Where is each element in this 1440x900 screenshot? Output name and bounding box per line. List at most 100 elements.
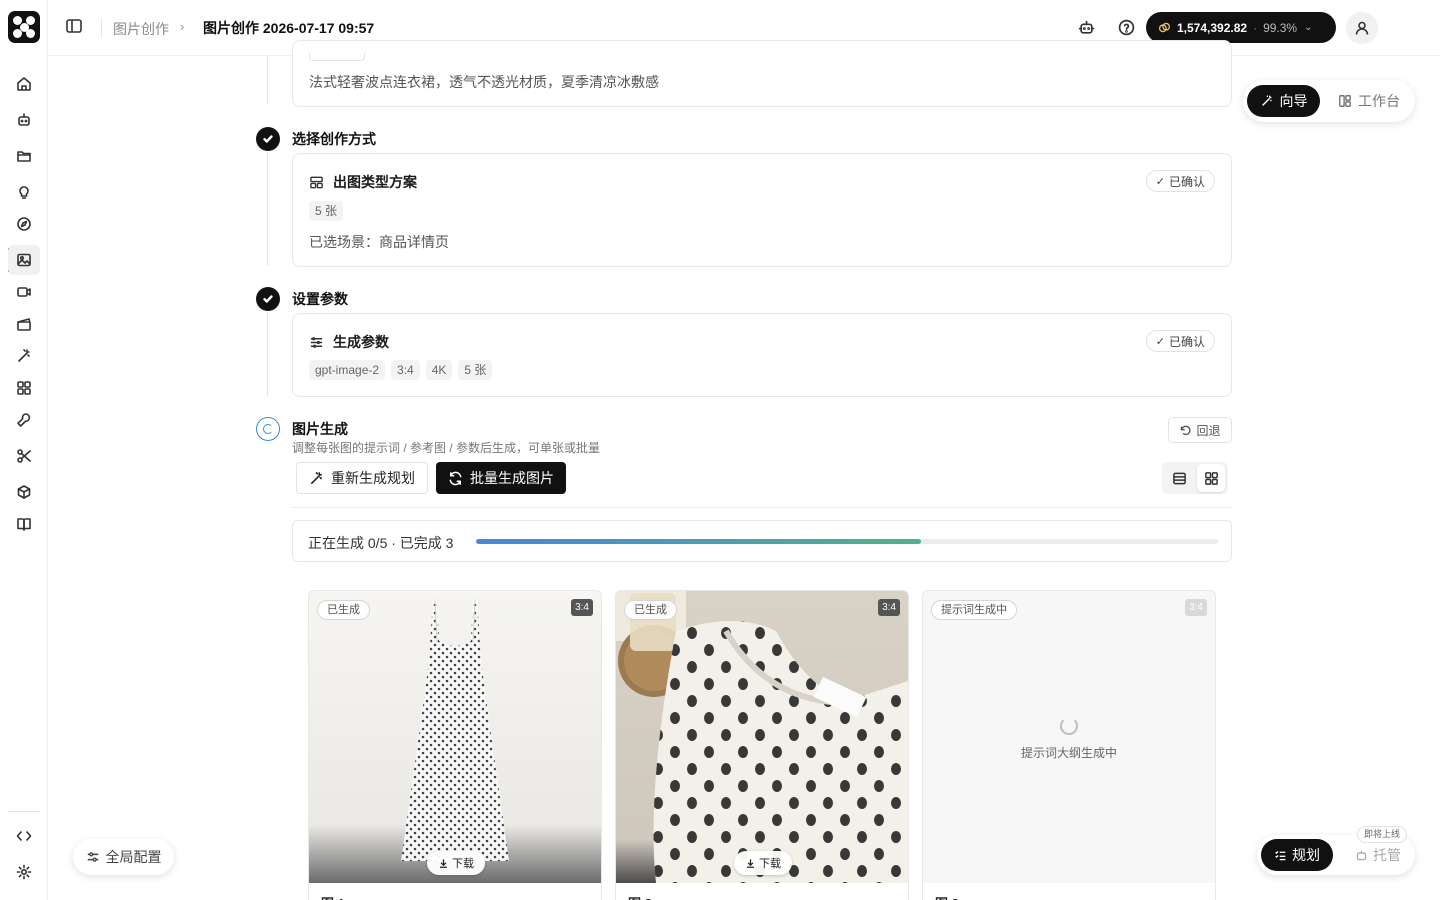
image-card-3[interactable]: 提示词大纲生成中 提示词生成中 3:4 图 3 bbox=[922, 590, 1216, 900]
image-count-tag: 5 张 bbox=[309, 201, 344, 221]
image-status-badge: 已生成 bbox=[317, 600, 370, 620]
book-icon[interactable] bbox=[12, 512, 36, 536]
magic-wand-icon bbox=[311, 471, 322, 484]
workbench-mode-button[interactable]: 工作台 bbox=[1333, 85, 1405, 117]
progress-text: 正在生成 0/5 · 已完成 3 bbox=[308, 535, 454, 551]
timeline-line bbox=[267, 152, 268, 266]
scissors-icon[interactable] bbox=[12, 444, 36, 468]
image-ratio-badge: 3:4 bbox=[1185, 599, 1207, 616]
app-logo[interactable] bbox=[8, 11, 40, 43]
folder-icon[interactable] bbox=[12, 144, 36, 168]
selected-scene-text: 已选场景：商品详情页 bbox=[309, 234, 449, 250]
check-icon: ✓ bbox=[1155, 335, 1165, 348]
step-in-progress-spinner-icon bbox=[256, 417, 280, 441]
breadcrumb-parent[interactable]: 图片创作 bbox=[113, 19, 169, 39]
timeline-line bbox=[267, 312, 268, 396]
step-title-params: 设置参数 bbox=[292, 291, 348, 307]
download-icon bbox=[440, 858, 447, 868]
magic-wand-icon[interactable] bbox=[12, 344, 36, 368]
confirmed-badge: ✓ 已确认 bbox=[1145, 330, 1215, 352]
settings-gear-icon[interactable] bbox=[12, 860, 36, 884]
rollback-button[interactable]: 回退 bbox=[1168, 417, 1232, 443]
step-complete-check-icon bbox=[256, 287, 280, 311]
magic-wand-icon bbox=[1261, 95, 1272, 106]
left-rail bbox=[0, 0, 48, 900]
list-view-icon[interactable] bbox=[1165, 464, 1193, 492]
view-mode-toggle bbox=[1162, 462, 1228, 494]
generated-image-1[interactable] bbox=[309, 591, 601, 883]
regenerate-plan-button[interactable]: 重新生成规划 bbox=[296, 462, 428, 494]
image-ratio-badge: 3:4 bbox=[571, 599, 593, 616]
mode-switch: 向导 工作台 bbox=[1243, 80, 1415, 122]
progress-bar bbox=[476, 539, 1218, 544]
image-ratio-badge: 3:4 bbox=[878, 599, 900, 616]
download-button[interactable]: 下载 bbox=[734, 851, 792, 875]
download-button[interactable]: 下载 bbox=[427, 851, 485, 875]
image-placeholder: 提示词大纲生成中 bbox=[923, 591, 1215, 883]
generation-params-title: 生成参数 bbox=[309, 332, 389, 352]
batch-generate-button[interactable]: 批量生成图片 bbox=[436, 462, 566, 494]
param-tags: gpt-image-2 3:4 4K 5 张 bbox=[309, 360, 498, 380]
robot-icon bbox=[1356, 850, 1367, 860]
step-complete-check-icon bbox=[256, 127, 280, 151]
sidebar-toggle-icon[interactable] bbox=[64, 16, 84, 36]
wrench-icon[interactable] bbox=[12, 408, 36, 432]
ratio-tag: 3:4 bbox=[391, 360, 420, 380]
progress-bar-fill bbox=[476, 539, 922, 544]
product-description-text: 法式轻奢波点连衣裙，透气不透光材质，夏季清凉冰敷感 bbox=[309, 74, 659, 90]
dashboard-icon bbox=[1339, 95, 1351, 107]
output-type-card[interactable]: 出图类型方案 ✓ 已确认 5 张 已选场景：商品详情页 bbox=[292, 153, 1232, 267]
generation-progress-card: 正在生成 0/5 · 已完成 3 bbox=[292, 520, 1232, 562]
credits-balance-button[interactable]: 1,574,392.82 · 99.3% ⌄ bbox=[1146, 12, 1336, 43]
generation-params-card[interactable]: 生成参数 ✓ 已确认 gpt-image-2 3:4 4K 5 张 bbox=[292, 313, 1232, 397]
coming-soon-badge: 即将上线 bbox=[1357, 826, 1408, 843]
refresh-icon bbox=[449, 471, 462, 485]
cube-icon[interactable] bbox=[12, 480, 36, 504]
help-icon[interactable] bbox=[1116, 17, 1136, 37]
loading-spinner-icon bbox=[1060, 717, 1078, 735]
header-divider bbox=[101, 18, 102, 38]
checklist-icon bbox=[1275, 850, 1286, 860]
grid-view-icon[interactable] bbox=[1197, 464, 1225, 492]
hosted-mode-button[interactable]: 托管 bbox=[1347, 839, 1409, 871]
download-icon bbox=[747, 858, 754, 868]
image-caption: 图 2 bbox=[628, 893, 652, 900]
global-config-button[interactable]: 全局配置 bbox=[73, 839, 174, 875]
image-card-1[interactable]: 已生成 3:4 下载 图 1 bbox=[308, 590, 602, 900]
clapper-icon[interactable] bbox=[12, 312, 36, 336]
section-divider bbox=[292, 507, 1232, 508]
check-icon: ✓ bbox=[1155, 175, 1165, 188]
product-description-card: 法式轻奢波点连衣裙，透气不透光材质，夏季清凉冰敷感 bbox=[292, 40, 1232, 107]
user-avatar[interactable] bbox=[1346, 12, 1378, 44]
compass-icon[interactable] bbox=[12, 212, 36, 236]
count-tag: 5 张 bbox=[458, 360, 493, 380]
rail-divider bbox=[8, 811, 40, 812]
guide-mode-button[interactable]: 向导 bbox=[1247, 85, 1320, 117]
generated-image-2[interactable] bbox=[616, 591, 908, 883]
image-icon[interactable] bbox=[8, 245, 40, 275]
bot-chat-icon[interactable] bbox=[1076, 17, 1096, 37]
sliders-icon bbox=[87, 852, 98, 862]
credits-percent: 99.3% bbox=[1263, 20, 1298, 35]
image-card-2[interactable]: 已生成 3:4 下载 图 2 bbox=[615, 590, 909, 900]
model-tag: gpt-image-2 bbox=[309, 360, 386, 380]
image-status-badge: 提示词生成中 bbox=[931, 600, 1017, 620]
home-icon[interactable] bbox=[12, 72, 36, 96]
code-icon[interactable] bbox=[12, 824, 36, 848]
resolution-tag: 4K bbox=[425, 360, 453, 380]
plan-mode-button[interactable]: 规划 bbox=[1261, 839, 1333, 871]
step-title-method: 选择创作方式 bbox=[292, 131, 376, 147]
image-caption: 图 3 bbox=[935, 893, 959, 900]
apps-grid-icon[interactable] bbox=[12, 376, 36, 400]
timeline-line bbox=[267, 56, 268, 104]
output-type-title: 出图类型方案 bbox=[309, 172, 417, 192]
robot-icon[interactable] bbox=[12, 108, 36, 132]
chevron-down-icon: ⌄ bbox=[1304, 22, 1313, 33]
breadcrumb-current: 图片创作 2026-07-17 09:57 bbox=[203, 20, 375, 36]
breadcrumb-chevron-icon: › bbox=[180, 19, 185, 34]
undo-icon bbox=[1181, 425, 1192, 435]
sliders-icon bbox=[310, 336, 323, 348]
video-icon[interactable] bbox=[12, 280, 36, 304]
lightbulb-icon[interactable] bbox=[12, 180, 36, 204]
step-title-generate: 图片生成 bbox=[292, 421, 348, 437]
